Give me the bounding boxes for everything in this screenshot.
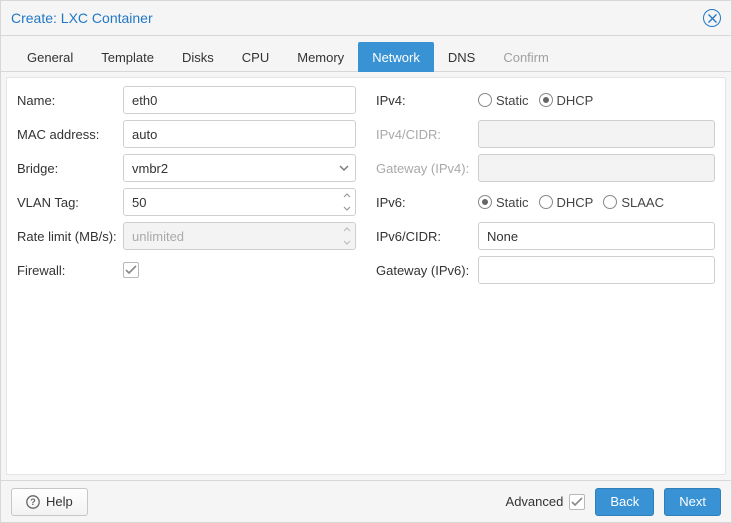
footer: ? Help Advanced Back Next bbox=[1, 480, 731, 522]
chevron-up-icon bbox=[343, 227, 351, 232]
advanced-checkbox[interactable] bbox=[569, 494, 585, 510]
window-title: Create: LXC Container bbox=[11, 10, 153, 26]
row-ipv6cidr: IPv6/CIDR: bbox=[376, 222, 715, 250]
vlan-spin-up[interactable] bbox=[338, 189, 355, 202]
ipv4-radio-static[interactable]: Static bbox=[478, 93, 529, 108]
bridge-trigger[interactable] bbox=[333, 155, 355, 181]
row-mac: MAC address: bbox=[17, 120, 356, 148]
wizard-tabs: GeneralTemplateDisksCPUMemoryNetworkDNSC… bbox=[1, 36, 731, 72]
chevron-down-icon bbox=[343, 206, 351, 211]
next-label: Next bbox=[679, 494, 706, 509]
gw6-label: Gateway (IPv6): bbox=[376, 263, 472, 278]
vlan-input[interactable] bbox=[124, 189, 337, 215]
svg-text:?: ? bbox=[30, 497, 36, 507]
vlan-spinner[interactable] bbox=[123, 188, 356, 216]
row-gw6: Gateway (IPv6): bbox=[376, 256, 715, 284]
mac-input[interactable] bbox=[123, 120, 356, 148]
advanced-toggle[interactable]: Advanced bbox=[506, 494, 586, 510]
row-ipv4: IPv4: Static DHCP bbox=[376, 86, 715, 114]
next-button[interactable]: Next bbox=[664, 488, 721, 516]
row-gw4: Gateway (IPv4): bbox=[376, 154, 715, 182]
dialog-window: Create: LXC Container GeneralTemplateDis… bbox=[0, 0, 732, 523]
name-input[interactable] bbox=[123, 86, 356, 114]
ipv6cidr-label: IPv6/CIDR: bbox=[376, 229, 472, 244]
row-vlan: VLAN Tag: bbox=[17, 188, 356, 216]
row-firewall: Firewall: bbox=[17, 256, 356, 284]
chevron-up-icon bbox=[343, 193, 351, 198]
row-rate: Rate limit (MB/s): bbox=[17, 222, 356, 250]
radio-dot-icon bbox=[539, 93, 553, 107]
vlan-spin-down[interactable] bbox=[338, 202, 355, 215]
ipv6-radio-dhcp[interactable]: DHCP bbox=[539, 195, 594, 210]
ipv4-radio-label-dhcp: DHCP bbox=[557, 93, 594, 108]
firewall-label: Firewall: bbox=[17, 263, 117, 278]
ipv6-radio-slaac[interactable]: SLAAC bbox=[603, 195, 664, 210]
back-button[interactable]: Back bbox=[595, 488, 654, 516]
ipv4-radio-dhcp[interactable]: DHCP bbox=[539, 93, 594, 108]
radio-dot-icon bbox=[603, 195, 617, 209]
tab-disks[interactable]: Disks bbox=[168, 42, 228, 72]
ipv4cidr-label: IPv4/CIDR: bbox=[376, 127, 472, 142]
network-panel: Name: MAC address: Bridge: bbox=[6, 77, 726, 475]
ipv6-radio-label-dhcp: DHCP bbox=[557, 195, 594, 210]
help-label: Help bbox=[46, 494, 73, 509]
back-label: Back bbox=[610, 494, 639, 509]
tab-confirm: Confirm bbox=[489, 42, 563, 72]
tab-general[interactable]: General bbox=[13, 42, 87, 72]
close-icon bbox=[708, 14, 717, 23]
firewall-checkbox[interactable] bbox=[123, 262, 139, 278]
tab-dns[interactable]: DNS bbox=[434, 42, 489, 72]
close-button[interactable] bbox=[703, 9, 721, 27]
chevron-down-icon bbox=[343, 240, 351, 245]
vlan-label: VLAN Tag: bbox=[17, 195, 117, 210]
ipv6-radio-label-slaac: SLAAC bbox=[621, 195, 664, 210]
help-button[interactable]: ? Help bbox=[11, 488, 88, 516]
gw4-label: Gateway (IPv4): bbox=[376, 161, 472, 176]
radio-dot-icon bbox=[478, 93, 492, 107]
footer-right: Advanced Back Next bbox=[506, 488, 721, 516]
rate-input[interactable] bbox=[124, 223, 337, 249]
rate-spinner[interactable] bbox=[123, 222, 356, 250]
tab-network[interactable]: Network bbox=[358, 42, 434, 72]
right-column: IPv4: Static DHCP IPv4/CIDR: Gateway (IPv… bbox=[376, 86, 715, 466]
ipv4-radio-label-static: Static bbox=[496, 93, 529, 108]
titlebar: Create: LXC Container bbox=[1, 1, 731, 36]
tab-cpu[interactable]: CPU bbox=[228, 42, 283, 72]
bridge-label: Bridge: bbox=[17, 161, 117, 176]
advanced-label: Advanced bbox=[506, 494, 564, 509]
ipv6-label: IPv6: bbox=[376, 195, 472, 210]
chevron-down-icon bbox=[339, 165, 349, 171]
ipv4cidr-input bbox=[478, 120, 715, 148]
radio-dot-icon bbox=[539, 195, 553, 209]
check-icon bbox=[571, 497, 583, 507]
mac-label: MAC address: bbox=[17, 127, 117, 142]
tab-memory[interactable]: Memory bbox=[283, 42, 358, 72]
row-ipv6: IPv6: Static DHCP SLAAC bbox=[376, 188, 715, 216]
gw4-input bbox=[478, 154, 715, 182]
ipv6-radio-static[interactable]: Static bbox=[478, 195, 529, 210]
ipv6cidr-input[interactable] bbox=[478, 222, 715, 250]
ipv6-radio-group: Static DHCP SLAAC bbox=[478, 195, 715, 210]
bridge-combo[interactable] bbox=[123, 154, 356, 182]
name-label: Name: bbox=[17, 93, 117, 108]
row-name: Name: bbox=[17, 86, 356, 114]
rate-label: Rate limit (MB/s): bbox=[17, 229, 117, 244]
rate-spin-up[interactable] bbox=[338, 223, 355, 236]
rate-spin-down[interactable] bbox=[338, 236, 355, 249]
tab-template[interactable]: Template bbox=[87, 42, 168, 72]
row-ipv4cidr: IPv4/CIDR: bbox=[376, 120, 715, 148]
row-bridge: Bridge: bbox=[17, 154, 356, 182]
ipv4-label: IPv4: bbox=[376, 93, 472, 108]
check-icon bbox=[125, 265, 137, 275]
ipv4-radio-group: Static DHCP bbox=[478, 93, 715, 108]
gw6-input[interactable] bbox=[478, 256, 715, 284]
radio-dot-icon bbox=[478, 195, 492, 209]
left-column: Name: MAC address: Bridge: bbox=[17, 86, 356, 466]
ipv6-radio-label-static: Static bbox=[496, 195, 529, 210]
bridge-input[interactable] bbox=[124, 155, 333, 181]
help-icon: ? bbox=[26, 495, 40, 509]
